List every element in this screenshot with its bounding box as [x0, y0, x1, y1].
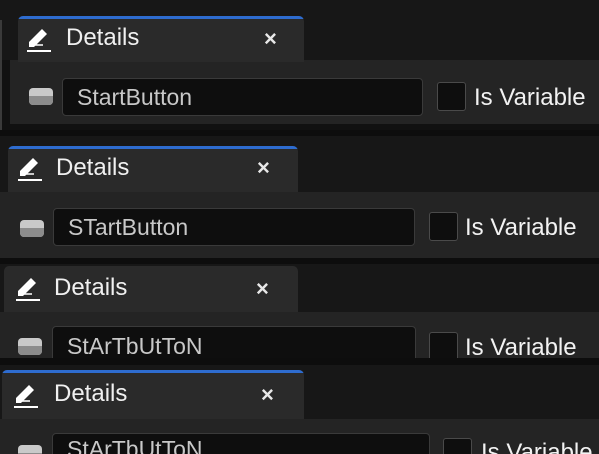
close-icon[interactable]: × [261, 383, 274, 407]
is-variable-checkbox[interactable] [429, 332, 458, 358]
tab-title: Details [56, 154, 130, 181]
widget-icon [18, 338, 42, 355]
widget-name-input[interactable]: StartButton [62, 78, 423, 116]
pencil-icon [16, 278, 40, 301]
left-divider [0, 20, 2, 130]
details-panel-3: Details × StArTbUtToN Is Variable [0, 264, 599, 358]
is-variable-checkbox[interactable] [443, 438, 472, 454]
tab-title: Details [66, 24, 140, 51]
pencil-icon [18, 158, 42, 181]
tab-title: Details [54, 274, 128, 301]
details-panel-1: Details × StartButton Is Variable [0, 0, 599, 130]
details-tab[interactable]: Details × [8, 146, 298, 192]
widget-icon [20, 220, 44, 237]
details-panel-4: Details × StArTbUtToN Is Variable [0, 365, 599, 454]
is-variable-checkbox[interactable] [437, 82, 466, 111]
separator [0, 358, 599, 365]
close-icon[interactable]: × [257, 156, 270, 180]
tab-accent [8, 146, 298, 149]
is-variable-label: Is Variable [465, 214, 577, 241]
widget-icon [18, 445, 42, 454]
details-tab[interactable]: Details × [18, 16, 304, 62]
tab-title: Details [54, 380, 128, 407]
tab-accent [18, 16, 304, 19]
details-tab[interactable]: Details × [4, 266, 298, 312]
close-icon[interactable]: × [256, 277, 269, 301]
is-variable-label: Is Variable [474, 84, 586, 111]
widget-name-input[interactable]: StArTbUtToN [52, 326, 416, 358]
pencil-icon [27, 29, 51, 52]
details-panel-2: Details × STartButton Is Variable [0, 136, 599, 258]
tab-accent [2, 370, 304, 373]
details-tab[interactable]: Details × [2, 370, 304, 419]
pencil-icon [14, 385, 38, 408]
is-variable-label: Is Variable [465, 334, 577, 358]
widget-icon [29, 88, 53, 105]
widget-name-input[interactable]: StArTbUtToN [52, 433, 430, 454]
close-icon[interactable]: × [264, 27, 277, 51]
is-variable-checkbox[interactable] [429, 212, 458, 241]
is-variable-label: Is Variable [481, 439, 593, 454]
widget-name-input[interactable]: STartButton [53, 208, 415, 246]
